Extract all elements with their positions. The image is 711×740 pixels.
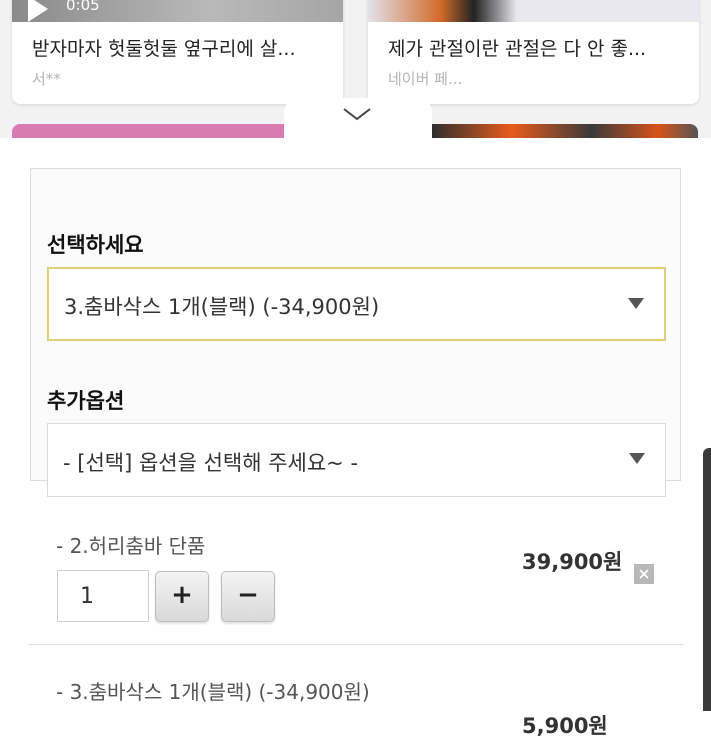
review-card-thumbnail[interactable] [12,124,284,138]
addon-option-text: - [선택] 옵션을 선택해 주세요~ - [63,451,359,475]
item-price: 39,900원 [522,550,623,574]
option-select-box: 선택하세요 3.춤바삭스 1개(블랙) (-34,900원) 추가옵션 - [선… [30,168,681,497]
option-panel: 선택하세요 3.춤바삭스 1개(블랙) (-34,900원) 추가옵션 - [선… [0,138,711,738]
addon-option-select[interactable]: - [선택] 옵션을 선택해 주세요~ - [47,423,666,497]
review-author: 네이버 페... [388,70,463,88]
remove-item-button[interactable] [634,564,654,584]
chevron-down-icon [343,108,371,121]
item-name: - 2.허리춤바 단품 [56,534,206,558]
selected-item-row: - 3.춤바삭스 1개(블랙) (-34,900원) 5,900원 [28,666,684,738]
review-title[interactable]: 받자마자 헛둘헛둘 옆구리에 살... [32,34,332,61]
play-icon[interactable] [28,0,48,22]
item-name: - 3.춤바삭스 1개(블랙) (-34,900원) [56,680,370,704]
review-author: 서** [32,70,61,88]
scrollbar[interactable] [703,448,711,711]
product-option-select[interactable]: 3.춤바삭스 1개(블랙) (-34,900원) [47,267,666,341]
close-icon [639,569,649,579]
dropdown-arrow-icon [628,298,644,309]
item-price: 5,900원 [522,714,608,738]
review-card-thumbnail[interactable] [432,124,698,138]
review-thumbnail[interactable]: 0:05 [12,0,343,22]
video-duration: 0:05 [66,0,100,14]
review-card[interactable]: 0:05 받자마자 헛둘헛둘 옆구리에 살... 서** [12,0,343,104]
selected-option-text: 3.춤바삭스 1개(블랙) (-34,900원) [64,295,380,319]
review-thumbnail[interactable] [368,0,699,22]
select-option-label: 선택하세요 [47,233,144,257]
decrease-quantity-button[interactable]: − [221,571,275,622]
quantity-input[interactable]: 1 [57,570,149,622]
collapse-panel-button[interactable] [284,98,432,140]
increase-quantity-button[interactable]: + [155,571,209,622]
addon-option-label: 추가옵션 [47,389,125,413]
selected-item-row: - 2.허리춤바 단품 1 + − 39,900원 [28,520,684,645]
dropdown-arrow-icon [629,453,645,464]
review-title[interactable]: 제가 관절이란 관절은 다 안 좋... [388,34,688,61]
review-card[interactable]: 제가 관절이란 관절은 다 안 좋... 네이버 페... [368,0,699,104]
